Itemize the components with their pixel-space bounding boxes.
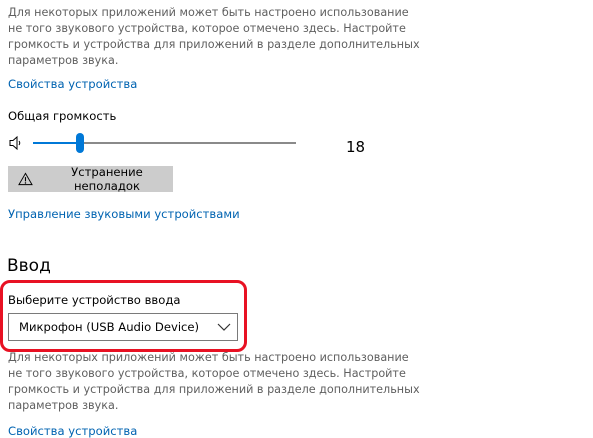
input-info-line: параметров звука. <box>8 399 119 412</box>
output-info-line: громкость и устройства для приложений в … <box>8 38 420 51</box>
warning-icon <box>18 172 33 186</box>
input-section-heading: Ввод <box>7 256 51 276</box>
input-info-line: не того звукового устройства, которое от… <box>8 367 406 380</box>
volume-value: 18 <box>346 138 366 156</box>
output-info-line: параметров звука. <box>8 54 119 67</box>
input-info-line: Для некоторых приложений может быть наст… <box>8 351 409 364</box>
output-info-text: Для некоторых приложений может быть наст… <box>8 5 420 69</box>
speaker-icon[interactable] <box>9 135 23 151</box>
output-info-line: не того звукового устройства, которое от… <box>8 22 406 35</box>
highlight-annotation <box>0 280 247 352</box>
output-device-properties-link[interactable]: Свойства устройства <box>8 77 137 91</box>
volume-slider-thumb[interactable] <box>76 133 84 153</box>
input-info-text: Для некоторых приложений может быть наст… <box>8 350 420 414</box>
volume-slider-track[interactable] <box>33 142 296 144</box>
output-info-line: Для некоторых приложений может быть наст… <box>8 6 409 19</box>
troubleshoot-label: Устранение неполадок <box>71 165 143 193</box>
volume-slider-fill <box>33 142 80 144</box>
manage-sound-devices-link[interactable]: Управление звуковыми устройствами <box>8 207 240 221</box>
troubleshoot-button[interactable]: Устранение неполадок <box>8 165 173 193</box>
master-volume-label: Общая громкость <box>8 109 117 123</box>
input-info-line: громкость и устройства для приложений в … <box>8 383 420 396</box>
input-device-properties-link[interactable]: Свойства устройства <box>8 424 137 438</box>
